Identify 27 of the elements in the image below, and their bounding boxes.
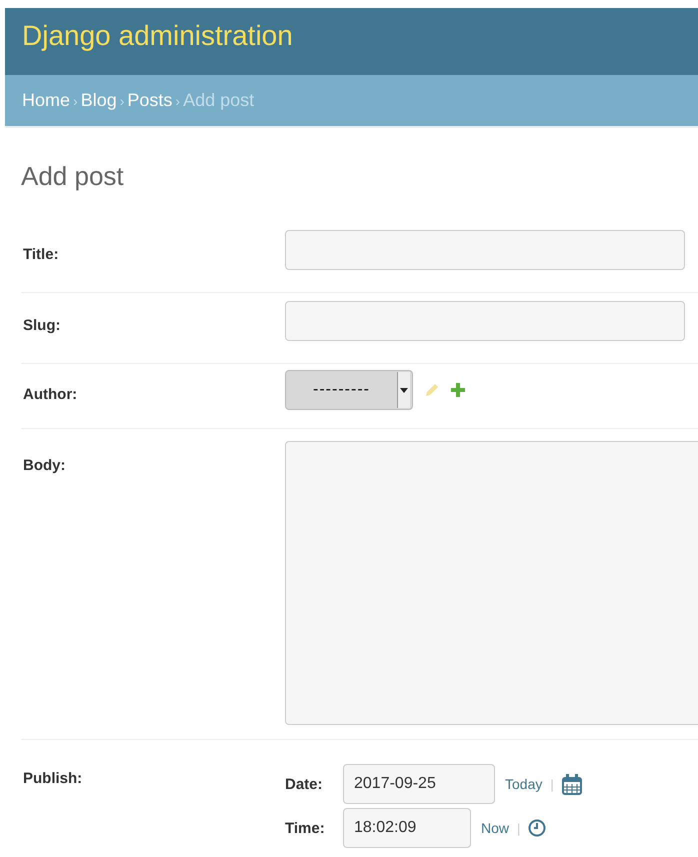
time-input-field[interactable]: 18:02:09 — [343, 808, 471, 848]
text-input-field[interactable] — [285, 230, 685, 270]
current-page-crumb: Add post — [183, 90, 254, 111]
time-label: Time: — [285, 820, 326, 836]
separator: | — [550, 776, 554, 792]
breadcrumb-separator: › — [120, 92, 124, 108]
date-label: Date: — [285, 776, 324, 792]
field-label: Title: — [23, 245, 60, 265]
page-heading: Add post — [21, 161, 125, 192]
date-input-field[interactable]: 2017-09-25 — [343, 764, 495, 804]
today-link[interactable]: Today — [505, 776, 542, 792]
field-label: Author: — [23, 385, 78, 405]
caret-icon — [400, 388, 408, 392]
pencil-icon[interactable] — [425, 383, 439, 397]
text-input-field[interactable] — [285, 301, 685, 341]
separator: | — [517, 820, 520, 836]
breadcrumb-separator: › — [73, 92, 78, 108]
clock-icon[interactable] — [528, 819, 546, 837]
field-label: Body: — [23, 456, 66, 476]
author-select[interactable]: --------- — [285, 370, 413, 410]
calendar-icon[interactable] — [562, 774, 582, 794]
field-label: Slug: — [23, 316, 62, 336]
plus-icon[interactable] — [451, 383, 465, 397]
field-label: Publish: — [23, 769, 84, 789]
now-link[interactable]: Now — [481, 820, 510, 836]
breadcrumb-separator: › — [175, 92, 180, 108]
body-textarea[interactable] — [285, 441, 698, 725]
